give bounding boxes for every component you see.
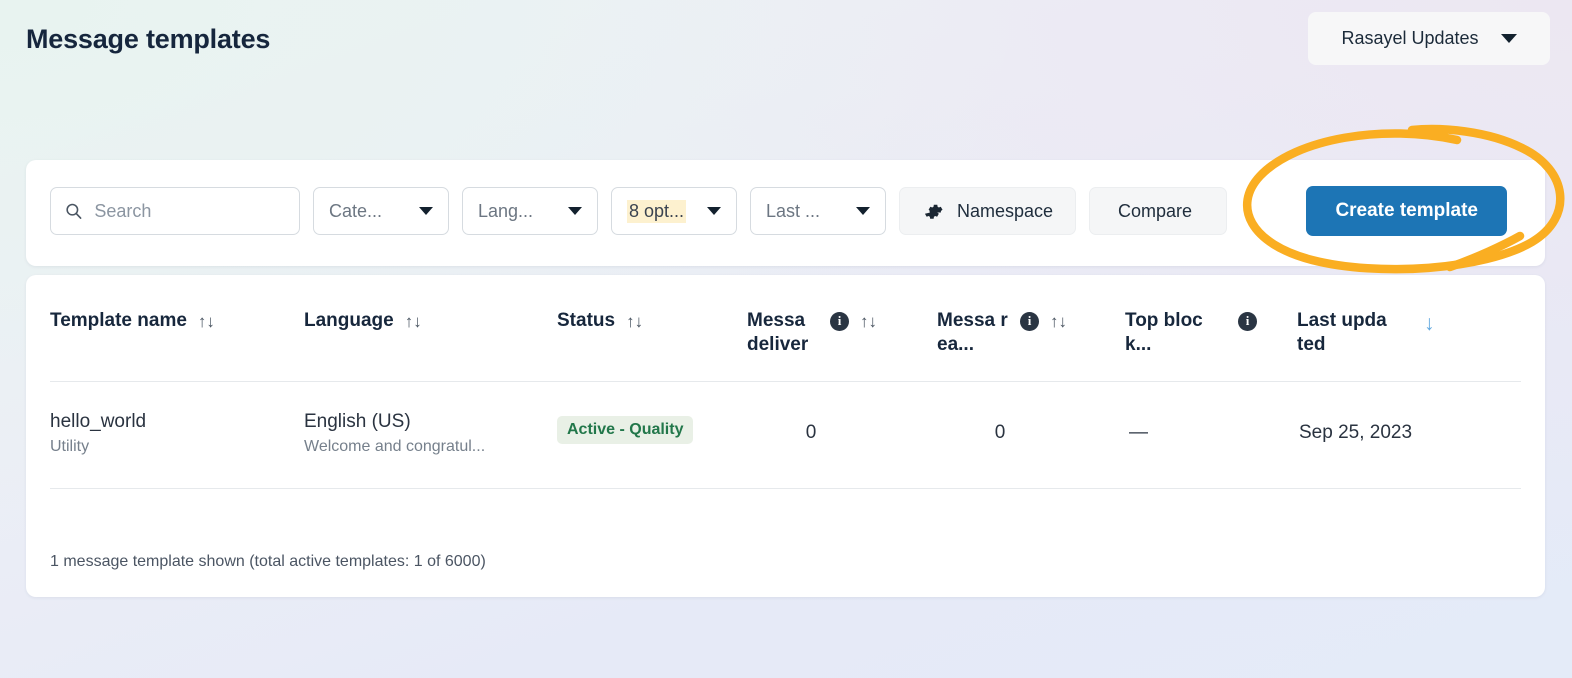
column-header-top-block-reason[interactable]: Top block... i	[1125, 309, 1297, 357]
filter-row: Cate... Lang... 8 opt... Last ... Namesp…	[50, 187, 1228, 235]
table-header-row: Template name ↑↓ Language ↑↓ Status ↑↓ M…	[50, 275, 1521, 382]
template-name-value: hello_world	[50, 410, 147, 432]
sort-down-icon[interactable]: ↓	[1424, 311, 1435, 337]
column-header-messages-delivered[interactable]: Messa deliver i ↑↓	[747, 309, 937, 357]
last-filter-label: Last ...	[766, 200, 821, 221]
chevron-down-icon	[419, 207, 433, 215]
last-updated-value: Sep 25, 2023	[1299, 421, 1413, 443]
sort-updown-icon[interactable]: ↑↓	[198, 311, 215, 332]
category-filter-dropdown[interactable]: Cate...	[313, 187, 449, 235]
options-filter-dropdown[interactable]: 8 opt...	[611, 187, 737, 235]
template-category-value: Utility	[50, 438, 90, 456]
language-value: English (US)	[304, 410, 411, 432]
chevron-down-icon	[568, 207, 582, 215]
search-icon	[66, 203, 82, 219]
templates-table-card: Template name ↑↓ Language ↑↓ Status ↑↓ M…	[26, 275, 1545, 597]
column-header-label: Messa rea...	[937, 310, 1008, 355]
column-header-label: Status	[557, 310, 616, 331]
column-header-label: Top block...	[1125, 310, 1203, 355]
create-template-button-label: Create template	[1335, 200, 1478, 221]
language-filter-dropdown[interactable]: Lang...	[462, 187, 598, 235]
search-input[interactable]	[94, 200, 285, 222]
namespace-button-label: Namespace	[957, 200, 1054, 221]
column-header-template-name[interactable]: Template name ↑↓	[50, 309, 304, 333]
table-footnote: 1 message template shown (total active t…	[50, 553, 486, 570]
messages-read-value: 0	[994, 421, 1006, 443]
column-header-label: Messa deliver	[747, 310, 809, 355]
account-switcher[interactable]: Rasayel Updates	[1308, 12, 1550, 65]
category-filter-label: Cate...	[329, 200, 383, 221]
sort-updown-icon[interactable]: ↑↓	[405, 311, 422, 332]
last-filter-dropdown[interactable]: Last ...	[750, 187, 886, 235]
account-switcher-label: Rasayel Updates	[1341, 28, 1479, 48]
column-header-label: Language	[304, 310, 394, 331]
cell-template-name: hello_world Utility	[50, 408, 304, 459]
cell-language: English (US) Welcome and congratul...	[304, 408, 557, 459]
gear-icon	[924, 204, 943, 219]
cell-messages-read: 0	[937, 422, 1125, 444]
create-template-button[interactable]: Create template	[1306, 186, 1507, 236]
page-header: Message templates Rasayel Updates	[0, 0, 1572, 86]
messages-delivered-value: 0	[805, 421, 817, 443]
language-filter-label: Lang...	[478, 200, 534, 221]
top-block-reason-value: —	[1129, 421, 1148, 443]
templates-table: Template name ↑↓ Language ↑↓ Status ↑↓ M…	[50, 275, 1521, 490]
info-icon[interactable]: i	[830, 312, 849, 331]
cell-status: Active - Quality	[557, 416, 747, 449]
options-filter-label: 8 opt...	[627, 199, 687, 223]
column-header-messages-read[interactable]: Messa rea... i ↑↓	[937, 309, 1125, 357]
language-preview-value: Welcome and congratul...	[304, 438, 486, 456]
namespace-button[interactable]: Namespace	[899, 187, 1077, 235]
info-icon[interactable]: i	[1020, 312, 1039, 331]
chevron-down-icon	[707, 207, 721, 215]
column-header-last-updated[interactable]: Last updated ↓	[1297, 309, 1507, 357]
column-header-language[interactable]: Language ↑↓	[304, 309, 557, 333]
cell-top-block-reason: —	[1125, 422, 1297, 444]
page-title: Message templates	[26, 24, 271, 54]
column-header-status[interactable]: Status ↑↓	[557, 309, 747, 333]
filter-toolbar-card: Cate... Lang... 8 opt... Last ... Namesp…	[26, 160, 1545, 266]
column-header-label: Template name	[50, 310, 187, 331]
chevron-down-icon	[856, 207, 870, 215]
sort-updown-icon[interactable]: ↑↓	[626, 311, 643, 332]
cell-last-updated: Sep 25, 2023	[1297, 422, 1507, 444]
compare-button[interactable]: Compare	[1089, 187, 1228, 235]
chevron-down-icon	[1500, 34, 1517, 43]
status-badge: Active - Quality	[557, 416, 694, 445]
compare-button-label: Compare	[1118, 200, 1193, 221]
sort-updown-icon[interactable]: ↑↓	[860, 311, 877, 332]
search-box[interactable]	[50, 187, 300, 235]
table-row[interactable]: hello_world Utility English (US) Welcome…	[50, 382, 1521, 490]
cell-messages-delivered: 0	[747, 422, 937, 444]
column-header-label: Last updated	[1297, 310, 1387, 355]
sort-updown-icon[interactable]: ↑↓	[1050, 311, 1067, 332]
info-icon[interactable]: i	[1238, 312, 1257, 331]
